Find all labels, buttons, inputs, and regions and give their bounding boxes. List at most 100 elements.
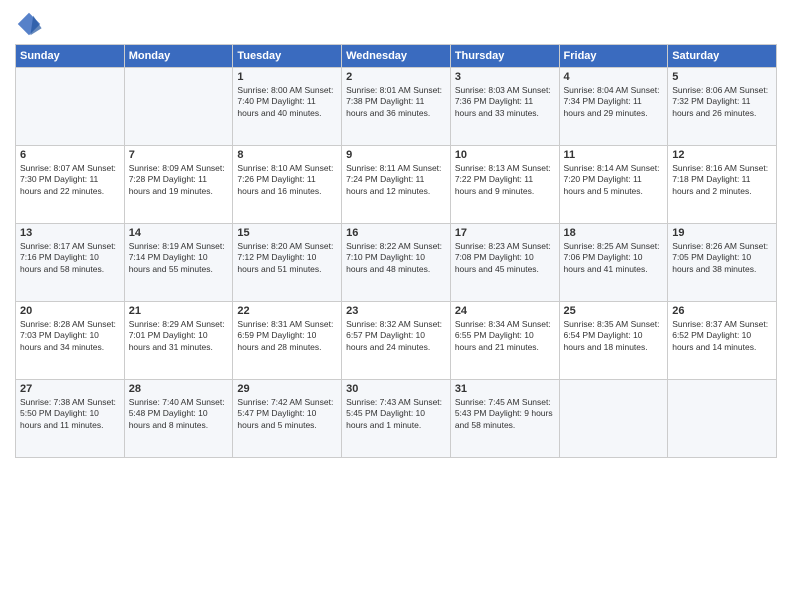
day-number: 20 — [20, 305, 120, 317]
day-info: Sunrise: 8:16 AM Sunset: 7:18 PM Dayligh… — [672, 163, 772, 197]
logo — [15, 14, 47, 38]
day-number: 9 — [346, 149, 446, 161]
weekday-header-cell: Thursday — [450, 45, 559, 68]
day-number: 4 — [564, 71, 664, 83]
day-info: Sunrise: 8:25 AM Sunset: 7:06 PM Dayligh… — [564, 241, 664, 275]
day-number: 10 — [455, 149, 555, 161]
day-info: Sunrise: 8:17 AM Sunset: 7:16 PM Dayligh… — [20, 241, 120, 275]
day-info: Sunrise: 7:45 AM Sunset: 5:43 PM Dayligh… — [455, 397, 555, 431]
day-number: 11 — [564, 149, 664, 161]
calendar-cell: 17Sunrise: 8:23 AM Sunset: 7:08 PM Dayli… — [450, 224, 559, 302]
day-number: 8 — [237, 149, 337, 161]
logo-icon — [15, 10, 43, 38]
calendar-week-row: 1Sunrise: 8:00 AM Sunset: 7:40 PM Daylig… — [16, 68, 777, 146]
calendar-cell: 21 Sunrise: 8:29 AM Sunset: 7:01 PM Dayli… — [124, 302, 233, 380]
day-number: 7 — [129, 149, 229, 161]
day-info: Sunrise: 8:09 AM Sunset: 7:28 PM Dayligh… — [129, 163, 229, 197]
calendar-cell: 13Sunrise: 8:17 AM Sunset: 7:16 PM Dayli… — [16, 224, 125, 302]
calendar-week-row: 20 Sunrise: 8:28 AM Sunset: 7:03 PM Dayli… — [16, 302, 777, 380]
calendar-cell — [16, 68, 125, 146]
day-number: 14 — [129, 227, 229, 239]
calendar-cell — [559, 380, 668, 458]
day-info: Sunrise: 8:34 AM Sunset: 6:55 PM Dayligh… — [455, 319, 555, 353]
calendar-cell: 14 Sunrise: 8:19 AM Sunset: 7:14 PM Dayli… — [124, 224, 233, 302]
day-info: Sunrise: 8:13 AM Sunset: 7:22 PM Dayligh… — [455, 163, 555, 197]
calendar-cell: 6Sunrise: 8:07 AM Sunset: 7:30 PM Daylig… — [16, 146, 125, 224]
day-number: 24 — [455, 305, 555, 317]
calendar-cell — [124, 68, 233, 146]
day-info: Sunrise: 8:04 AM Sunset: 7:34 PM Dayligh… — [564, 85, 664, 119]
calendar-cell: 10 Sunrise: 8:13 AM Sunset: 7:22 PM Dayli… — [450, 146, 559, 224]
calendar-cell: 4 Sunrise: 8:04 AM Sunset: 7:34 PM Daylig… — [559, 68, 668, 146]
day-info: Sunrise: 8:19 AM Sunset: 7:14 PM Dayligh… — [129, 241, 229, 275]
calendar-week-row: 6Sunrise: 8:07 AM Sunset: 7:30 PM Daylig… — [16, 146, 777, 224]
calendar-cell: 24 Sunrise: 8:34 AM Sunset: 6:55 PM Dayli… — [450, 302, 559, 380]
day-info: Sunrise: 8:10 AM Sunset: 7:26 PM Dayligh… — [237, 163, 337, 197]
calendar-cell: 15Sunrise: 8:20 AM Sunset: 7:12 PM Dayli… — [233, 224, 342, 302]
day-number: 18 — [564, 227, 664, 239]
weekday-header-row: SundayMondayTuesdayWednesdayThursdayFrid… — [16, 45, 777, 68]
day-number: 19 — [672, 227, 772, 239]
day-info: Sunrise: 8:28 AM Sunset: 7:03 PM Dayligh… — [20, 319, 120, 353]
calendar-cell: 18 Sunrise: 8:25 AM Sunset: 7:06 PM Dayli… — [559, 224, 668, 302]
day-number: 12 — [672, 149, 772, 161]
day-number: 15 — [237, 227, 337, 239]
calendar-cell: 31Sunrise: 7:45 AM Sunset: 5:43 PM Dayli… — [450, 380, 559, 458]
day-info: Sunrise: 8:32 AM Sunset: 6:57 PM Dayligh… — [346, 319, 446, 353]
calendar-cell: 19 Sunrise: 8:26 AM Sunset: 7:05 PM Dayli… — [668, 224, 777, 302]
calendar-cell: 2 Sunrise: 8:01 AM Sunset: 7:38 PM Daylig… — [342, 68, 451, 146]
calendar-cell: 23 Sunrise: 8:32 AM Sunset: 6:57 PM Dayli… — [342, 302, 451, 380]
day-info: Sunrise: 8:01 AM Sunset: 7:38 PM Dayligh… — [346, 85, 446, 119]
calendar-cell: 20 Sunrise: 8:28 AM Sunset: 7:03 PM Dayli… — [16, 302, 125, 380]
day-info: Sunrise: 7:43 AM Sunset: 5:45 PM Dayligh… — [346, 397, 446, 431]
weekday-header-cell: Sunday — [16, 45, 125, 68]
calendar-cell: 8 Sunrise: 8:10 AM Sunset: 7:26 PM Daylig… — [233, 146, 342, 224]
day-number: 16 — [346, 227, 446, 239]
calendar-cell: 16 Sunrise: 8:22 AM Sunset: 7:10 PM Dayli… — [342, 224, 451, 302]
calendar-cell: 28Sunrise: 7:40 AM Sunset: 5:48 PM Dayli… — [124, 380, 233, 458]
day-number: 22 — [237, 305, 337, 317]
day-info: Sunrise: 8:11 AM Sunset: 7:24 PM Dayligh… — [346, 163, 446, 197]
calendar-cell: 29 Sunrise: 7:42 AM Sunset: 5:47 PM Dayli… — [233, 380, 342, 458]
day-number: 23 — [346, 305, 446, 317]
day-number: 17 — [455, 227, 555, 239]
day-info: Sunrise: 8:26 AM Sunset: 7:05 PM Dayligh… — [672, 241, 772, 275]
day-number: 28 — [129, 383, 229, 395]
weekday-header-cell: Friday — [559, 45, 668, 68]
day-number: 5 — [672, 71, 772, 83]
calendar-week-row: 13Sunrise: 8:17 AM Sunset: 7:16 PM Dayli… — [16, 224, 777, 302]
header-row — [15, 10, 777, 38]
day-info: Sunrise: 8:22 AM Sunset: 7:10 PM Dayligh… — [346, 241, 446, 275]
calendar-cell — [668, 380, 777, 458]
day-info: Sunrise: 8:35 AM Sunset: 6:54 PM Dayligh… — [564, 319, 664, 353]
day-number: 29 — [237, 383, 337, 395]
weekday-header-cell: Tuesday — [233, 45, 342, 68]
calendar-cell: 5Sunrise: 8:06 AM Sunset: 7:32 PM Daylig… — [668, 68, 777, 146]
calendar-cell: 26 Sunrise: 8:37 AM Sunset: 6:52 PM Dayli… — [668, 302, 777, 380]
weekday-header-cell: Monday — [124, 45, 233, 68]
calendar-cell: 11 Sunrise: 8:14 AM Sunset: 7:20 PM Dayli… — [559, 146, 668, 224]
day-number: 25 — [564, 305, 664, 317]
weekday-header-cell: Wednesday — [342, 45, 451, 68]
day-info: Sunrise: 8:31 AM Sunset: 6:59 PM Dayligh… — [237, 319, 337, 353]
main-container: SundayMondayTuesdayWednesdayThursdayFrid… — [0, 0, 792, 468]
day-number: 26 — [672, 305, 772, 317]
day-number: 21 — [129, 305, 229, 317]
day-info: Sunrise: 8:14 AM Sunset: 7:20 PM Dayligh… — [564, 163, 664, 197]
day-number: 3 — [455, 71, 555, 83]
day-number: 27 — [20, 383, 120, 395]
day-info: Sunrise: 7:42 AM Sunset: 5:47 PM Dayligh… — [237, 397, 337, 431]
calendar-week-row: 27 Sunrise: 7:38 AM Sunset: 5:50 PM Dayli… — [16, 380, 777, 458]
calendar-cell: 3Sunrise: 8:03 AM Sunset: 7:36 PM Daylig… — [450, 68, 559, 146]
calendar-cell: 22 Sunrise: 8:31 AM Sunset: 6:59 PM Dayli… — [233, 302, 342, 380]
calendar-table: SundayMondayTuesdayWednesdayThursdayFrid… — [15, 44, 777, 458]
calendar-cell: 30Sunrise: 7:43 AM Sunset: 5:45 PM Dayli… — [342, 380, 451, 458]
day-number: 2 — [346, 71, 446, 83]
day-info: Sunrise: 8:29 AM Sunset: 7:01 PM Dayligh… — [129, 319, 229, 353]
calendar-cell: 9 Sunrise: 8:11 AM Sunset: 7:24 PM Daylig… — [342, 146, 451, 224]
calendar-body: 1Sunrise: 8:00 AM Sunset: 7:40 PM Daylig… — [16, 68, 777, 458]
calendar-cell: 7 Sunrise: 8:09 AM Sunset: 7:28 PM Daylig… — [124, 146, 233, 224]
day-info: Sunrise: 7:38 AM Sunset: 5:50 PM Dayligh… — [20, 397, 120, 431]
day-info: Sunrise: 8:37 AM Sunset: 6:52 PM Dayligh… — [672, 319, 772, 353]
weekday-header-cell: Saturday — [668, 45, 777, 68]
